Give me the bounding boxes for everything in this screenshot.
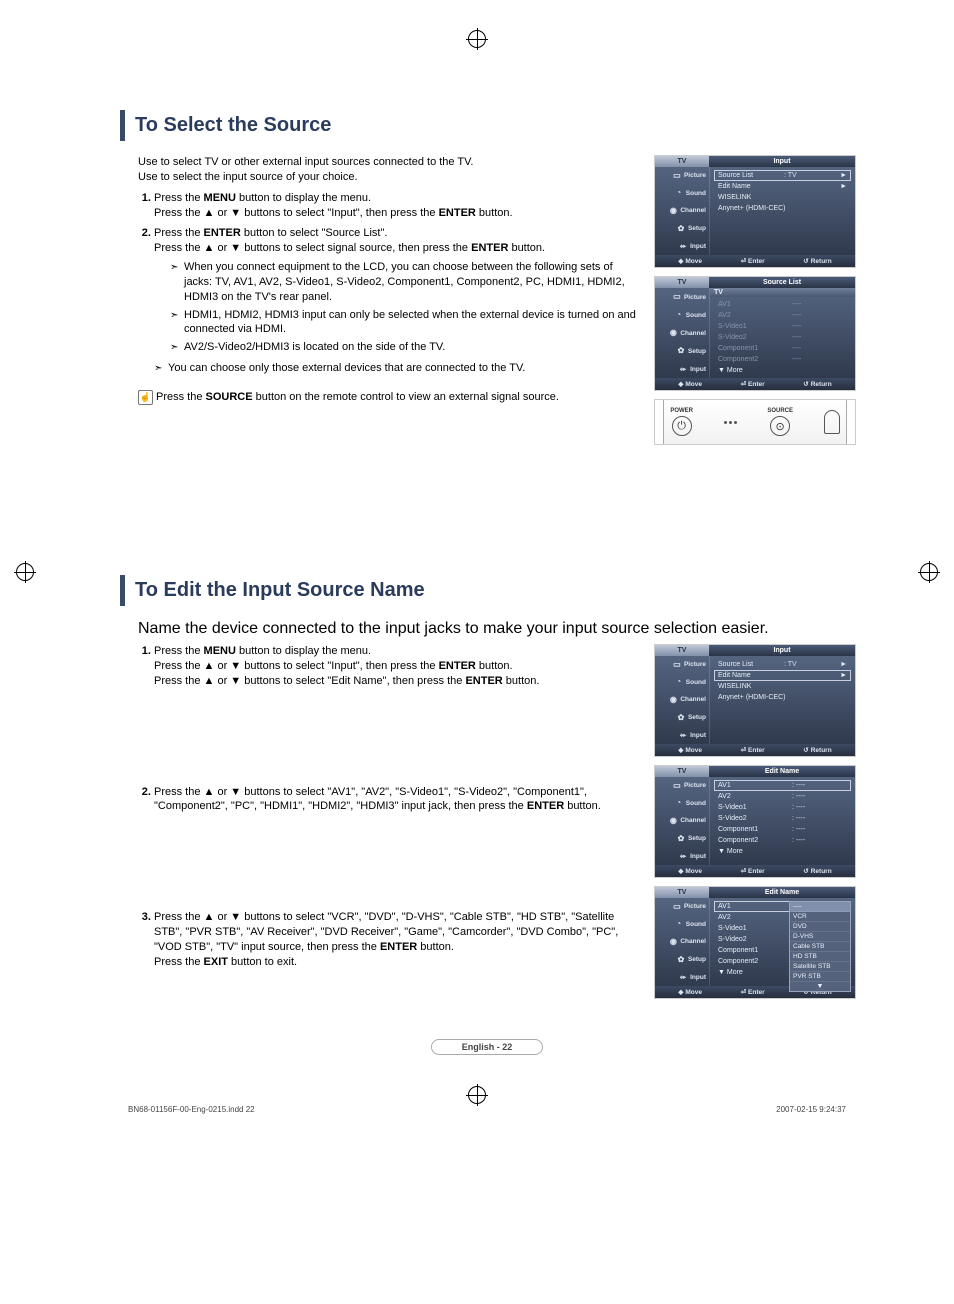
subnote: When you connect equipment to the LCD, y… — [170, 260, 642, 305]
source-button-icon: ⊙ — [770, 416, 790, 436]
subnote: AV2/S-Video2/HDMI3 is located on the sid… — [170, 340, 642, 355]
return-hint: ↺ Return — [803, 257, 831, 265]
osd-edit-name-dropdown: TV Edit Name ▭Picture ◔Sound ◉Channel ✿S… — [654, 886, 856, 999]
name-dropdown: ---- VCR DVD D-VHS Cable STB HD STB Sate… — [789, 901, 851, 992]
picture-icon: ▭ — [672, 171, 682, 181]
section-heading: To Edit the Input Source Name — [120, 575, 854, 606]
step-2: Press the ENTER button to select "Source… — [154, 226, 642, 355]
enter-hint: ⏎ Enter — [741, 257, 765, 265]
osd-input-menu: TV Input ▭Picture ◔Sound ◉Channel ✿Setup… — [654, 155, 856, 268]
print-footer: BN68-01156F-00-Eng-0215.indd 22 2007-02-… — [120, 1105, 854, 1114]
step-3: Press the ▲ or ▼ buttons to select "VCR"… — [154, 910, 642, 969]
subnote: HDMI1, HDMI2, HDMI3 input can only be se… — [170, 308, 642, 338]
step-1: Press the MENU button to display the men… — [154, 191, 642, 221]
registration-mark-icon — [16, 563, 34, 581]
remote-control-figure: POWER ⏻ SOURCE ⊙ — [654, 399, 856, 445]
input-icon: ⬰ — [678, 241, 688, 251]
move-hint: ◆ Move — [678, 257, 702, 265]
step-1: Press the MENU button to display the men… — [154, 644, 642, 779]
channel-icon: ◉ — [668, 206, 678, 216]
remote-icon: ☝ — [138, 390, 153, 405]
intro-text: Name the device connected to the input j… — [138, 620, 854, 638]
registration-mark-icon — [920, 563, 938, 581]
power-button-icon: ⏻ — [672, 416, 692, 436]
step-2: Press the ▲ or ▼ buttons to select "AV1"… — [154, 785, 642, 905]
page-number-pill: English - 22 — [431, 1039, 543, 1055]
registration-mark-icon — [468, 1086, 486, 1104]
sound-icon: ◔ — [674, 188, 684, 198]
osd-edit-name-list: TV Edit Name ▭Picture ◔Sound ◉Channel ✿S… — [654, 765, 856, 878]
osd-input-menu-edit: TV Input ▭Picture ◔Sound ◉Channel ✿Setup… — [654, 644, 856, 757]
registration-mark-icon — [468, 30, 486, 48]
setup-icon: ✿ — [676, 224, 686, 234]
section-heading: To Select the Source — [120, 110, 854, 141]
osd-source-list: TV Source List ▭Picture ◔Sound ◉Channel … — [654, 276, 856, 391]
remote-tip: ☝ Press the SOURCE button on the remote … — [138, 390, 642, 405]
intro-text: Use to select TV or other external input… — [138, 155, 642, 185]
outer-note: You can choose only those external devic… — [154, 361, 642, 376]
